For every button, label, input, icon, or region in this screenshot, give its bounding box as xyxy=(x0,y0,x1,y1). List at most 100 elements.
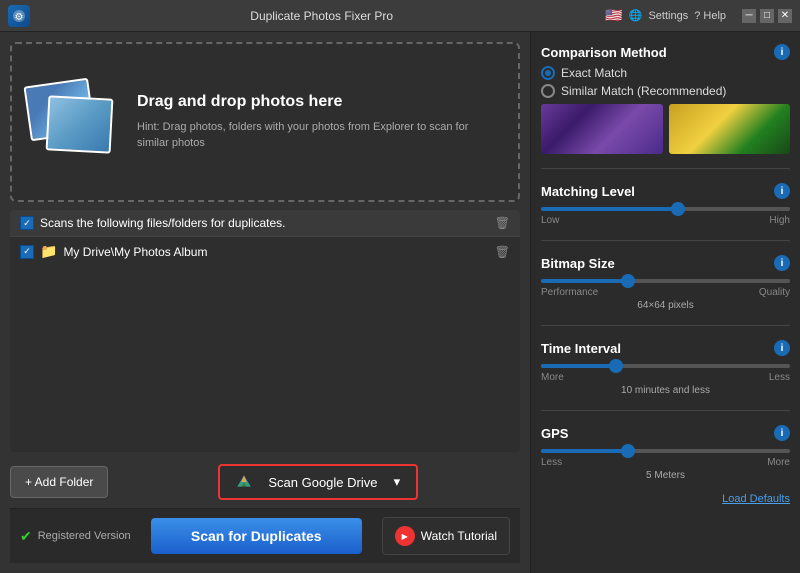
similar-match-label: Similar Match (Recommended) xyxy=(561,84,726,98)
bitmap-size-fill xyxy=(541,279,628,283)
registered-label: Registered Version xyxy=(38,530,131,542)
time-less-label: Less xyxy=(769,372,790,383)
maximize-button[interactable]: □ xyxy=(760,9,774,23)
bottom-action-row: + Add Folder Scan Google Drive ▾ xyxy=(10,464,520,500)
comparison-info-icon[interactable]: i xyxy=(774,44,790,60)
folders-header-left: ✓ Scans the following files/folders for … xyxy=(20,216,285,230)
close-button[interactable]: ✕ xyxy=(778,9,792,23)
title-bar: ⚙ Duplicate Photos Fixer Pro 🇺🇸 🌐 Settin… xyxy=(0,0,800,32)
folders-header-label: Scans the following files/folders for du… xyxy=(40,216,285,230)
drop-zone-hint: Hint: Drag photos, folders with your pho… xyxy=(137,119,503,152)
right-panel: Comparison Method i Exact Match Similar … xyxy=(530,32,800,573)
time-more-label: More xyxy=(541,372,564,383)
settings-link[interactable]: Settings xyxy=(648,10,688,22)
gps-less-label: Less xyxy=(541,457,562,468)
window-title: Duplicate Photos Fixer Pro xyxy=(38,9,605,23)
gps-section: GPS i Less More 5 Meters xyxy=(541,425,790,481)
bitmap-size-thumb[interactable] xyxy=(621,274,635,288)
exact-match-option[interactable]: Exact Match xyxy=(541,66,790,80)
drop-zone-heading: Drag and drop photos here xyxy=(137,93,503,111)
divider-2 xyxy=(541,240,790,241)
time-interval-center-label: 10 minutes and less xyxy=(541,385,790,396)
bitmap-size-track xyxy=(541,279,790,283)
watch-tutorial-button[interactable]: ▶ Watch Tutorial xyxy=(382,517,510,555)
matching-level-low: Low xyxy=(541,215,559,226)
sample-butterfly-image xyxy=(541,104,663,154)
folder-checkbox[interactable]: ✓ xyxy=(20,245,34,259)
exact-match-radio[interactable] xyxy=(541,66,555,80)
time-interval-section: Time Interval i More Less 10 minutes and… xyxy=(541,340,790,396)
comparison-method-section: Comparison Method i Exact Match Similar … xyxy=(541,44,790,154)
main-layout: Drag and drop photos here Hint: Drag pho… xyxy=(0,32,800,573)
folders-header: ✓ Scans the following files/folders for … xyxy=(10,210,520,237)
gps-track xyxy=(541,449,790,453)
folder-path: My Drive\My Photos Album xyxy=(63,245,207,259)
divider-4 xyxy=(541,410,790,411)
similar-match-radio[interactable] xyxy=(541,84,555,98)
time-interval-track xyxy=(541,364,790,368)
check-icon: ✔ xyxy=(20,528,32,545)
settings-help-area: Settings ? Help xyxy=(648,10,726,22)
delete-folder-icon[interactable]: 🗑 xyxy=(495,245,510,259)
folders-checkbox[interactable]: ✓ xyxy=(20,216,34,230)
bitmap-performance-label: Performance xyxy=(541,287,598,298)
matching-level-track xyxy=(541,207,790,211)
scan-google-drive-label: Scan Google Drive xyxy=(268,475,377,490)
svg-text:⚙: ⚙ xyxy=(15,12,24,23)
divider-3 xyxy=(541,325,790,326)
add-folder-button[interactable]: + Add Folder xyxy=(10,466,108,498)
drop-zone-text: Drag and drop photos here Hint: Drag pho… xyxy=(137,93,503,152)
help-link[interactable]: ? Help xyxy=(694,10,726,22)
window-controls: ─ □ ✕ xyxy=(742,9,792,23)
flag-icon: 🇺🇸 xyxy=(605,7,622,24)
drop-zone[interactable]: Drag and drop photos here Hint: Drag pho… xyxy=(10,42,520,202)
gps-slider[interactable]: Less More 5 Meters xyxy=(541,449,790,481)
gps-title: GPS i xyxy=(541,425,790,441)
matching-level-thumb[interactable] xyxy=(671,202,685,216)
sample-sunflower-image xyxy=(669,104,791,154)
comparison-method-title: Comparison Method i xyxy=(541,44,790,60)
time-interval-info-icon[interactable]: i xyxy=(774,340,790,356)
drop-zone-photos-decoration xyxy=(27,77,117,167)
registered-version-status: ✔ Registered Version xyxy=(20,528,131,545)
load-defaults-link[interactable]: Load Defaults xyxy=(541,493,790,505)
matching-level-fill xyxy=(541,207,678,211)
matching-level-title: Matching Level i xyxy=(541,183,790,199)
left-panel: Drag and drop photos here Hint: Drag pho… xyxy=(0,32,530,573)
matching-level-section: Matching Level i Low High xyxy=(541,183,790,226)
matching-level-labels: Low High xyxy=(541,215,790,226)
folders-section: ✓ Scans the following files/folders for … xyxy=(10,210,520,452)
bitmap-size-center-label: 64×64 pixels xyxy=(541,300,790,311)
minimize-button[interactable]: ─ xyxy=(742,9,756,23)
bitmap-size-slider[interactable]: Performance Quality 64×64 pixels xyxy=(541,279,790,311)
gps-more-label: More xyxy=(767,457,790,468)
gps-thumb[interactable] xyxy=(621,444,635,458)
gps-labels: Less More xyxy=(541,457,790,468)
divider-1 xyxy=(541,168,790,169)
watch-tutorial-label: Watch Tutorial xyxy=(421,529,497,543)
gps-center-label: 5 Meters xyxy=(541,470,790,481)
folder-icon: 📁 xyxy=(40,243,57,260)
bitmap-quality-label: Quality xyxy=(759,287,790,298)
lang-selector[interactable]: 🌐 xyxy=(629,9,643,22)
bitmap-size-section: Bitmap Size i Performance Quality 64×64 … xyxy=(541,255,790,311)
bitmap-size-info-icon[interactable]: i xyxy=(774,255,790,271)
time-interval-thumb[interactable] xyxy=(609,359,623,373)
folder-item-row: ✓ 📁 My Drive\My Photos Album 🗑 xyxy=(10,237,520,266)
scan-google-drive-wrapper: Scan Google Drive ▾ xyxy=(116,464,520,500)
scan-duplicates-button[interactable]: Scan for Duplicates xyxy=(151,518,362,554)
matching-level-high: High xyxy=(769,215,790,226)
gps-info-icon[interactable]: i xyxy=(774,425,790,441)
title-bar-right: 🇺🇸 🌐 Settings ? Help ─ □ ✕ xyxy=(605,7,792,24)
matching-level-info-icon[interactable]: i xyxy=(774,183,790,199)
time-interval-labels: More Less xyxy=(541,372,790,383)
scan-btn-row: ✔ Registered Version Scan for Duplicates… xyxy=(10,508,520,563)
comparison-radio-group: Exact Match Similar Match (Recommended) xyxy=(541,66,790,98)
scan-google-drive-button[interactable]: Scan Google Drive ▾ xyxy=(218,464,418,500)
matching-level-slider[interactable]: Low High xyxy=(541,207,790,226)
similar-match-option[interactable]: Similar Match (Recommended) xyxy=(541,84,790,98)
time-interval-slider[interactable]: More Less 10 minutes and less xyxy=(541,364,790,396)
delete-all-icon[interactable]: 🗑 xyxy=(495,216,510,230)
google-drive-icon xyxy=(236,474,252,490)
time-interval-fill xyxy=(541,364,616,368)
